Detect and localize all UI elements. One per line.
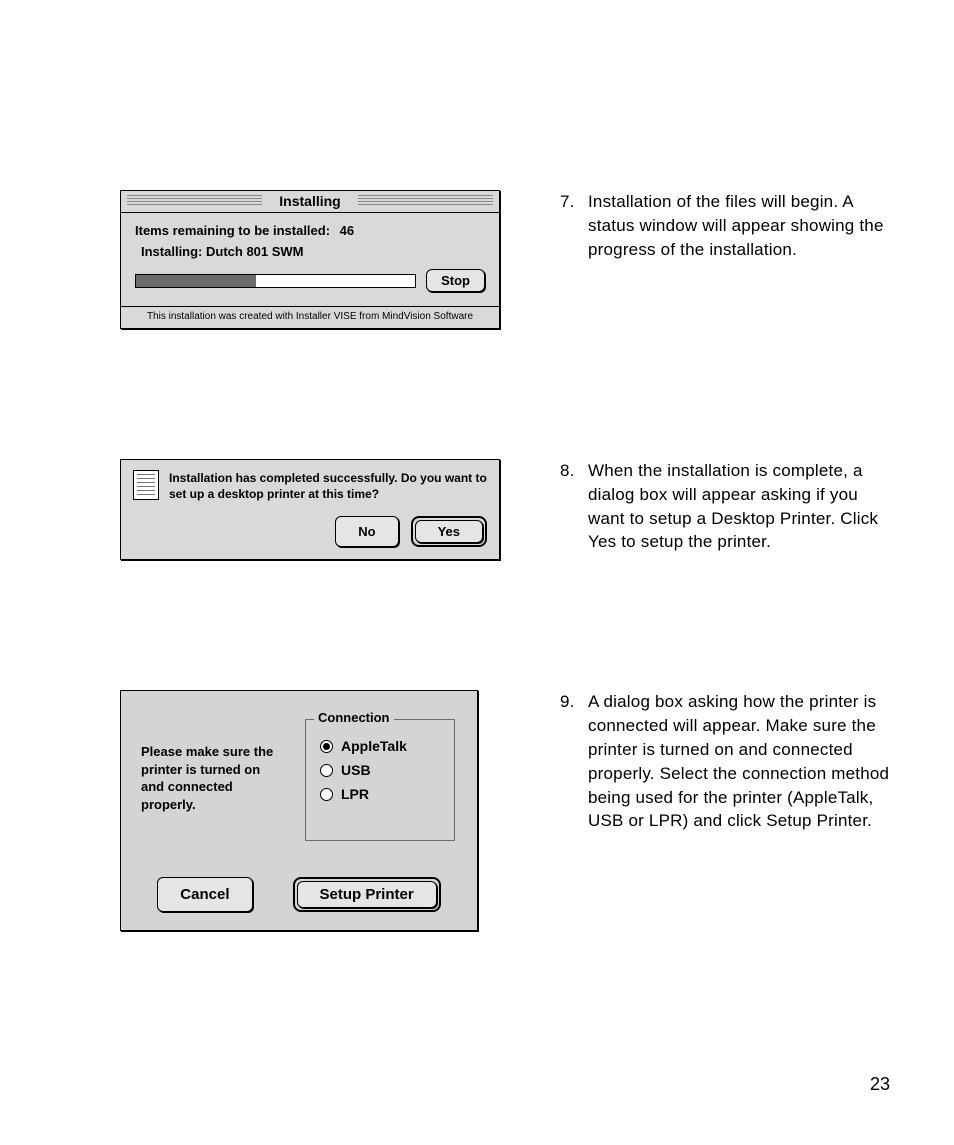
radio-label: LPR [341, 786, 369, 802]
installer-credit: This installation was created with Insta… [121, 306, 499, 328]
step-number: 9. [560, 690, 588, 833]
radio-appletalk[interactable]: AppleTalk [320, 738, 436, 754]
step-text: A dialog box asking how the printer is c… [588, 690, 894, 833]
install-progress-fill [136, 275, 256, 287]
completion-message: Installation has completed successfully.… [169, 470, 487, 502]
install-progress-bar [135, 274, 416, 288]
radio-lpr[interactable]: LPR [320, 786, 436, 802]
connection-group-label: Connection [314, 710, 394, 725]
stop-button[interactable]: Stop [426, 269, 485, 292]
cancel-button[interactable]: Cancel [157, 877, 252, 912]
page-number: 23 [870, 1074, 890, 1095]
step-7: 7. Installation of the files will begin.… [560, 190, 894, 261]
printer-icon [133, 470, 159, 500]
completion-dialog: Installation has completed successfully.… [120, 459, 500, 560]
connection-dialog: Please make sure the printer is turned o… [120, 690, 478, 931]
connection-instruction: Please make sure the printer is turned o… [141, 719, 281, 841]
radio-icon [320, 788, 333, 801]
radio-label: AppleTalk [341, 738, 407, 754]
step-9: 9. A dialog box asking how the printer i… [560, 690, 894, 833]
step-number: 8. [560, 459, 588, 554]
installing-file-label: Installing: Dutch 801 SWM [135, 244, 485, 259]
step-8: 8. When the installation is complete, a … [560, 459, 894, 554]
radio-icon [320, 740, 333, 753]
items-remaining-text: Items remaining to be installed: [135, 223, 330, 238]
radio-usb[interactable]: USB [320, 762, 436, 778]
no-button[interactable]: No [335, 516, 398, 547]
default-button-ring: Setup Printer [293, 877, 441, 912]
step-text: Installation of the files will begin. A … [588, 190, 894, 261]
installing-dialog: Installing Items remaining to be install… [120, 190, 500, 329]
items-remaining-label: Items remaining to be installed: 46 [135, 223, 485, 238]
step-number: 7. [560, 190, 588, 261]
default-button-ring: Yes [411, 516, 487, 547]
yes-button[interactable]: Yes [415, 520, 483, 543]
setup-printer-button[interactable]: Setup Printer [297, 881, 437, 908]
step-text: When the installation is complete, a dia… [588, 459, 894, 554]
connection-group: Connection AppleTalk USB LPR [305, 719, 455, 841]
radio-label: USB [341, 762, 371, 778]
radio-icon [320, 764, 333, 777]
items-remaining-count: 46 [340, 223, 354, 238]
dialog-title: Installing [121, 191, 499, 212]
